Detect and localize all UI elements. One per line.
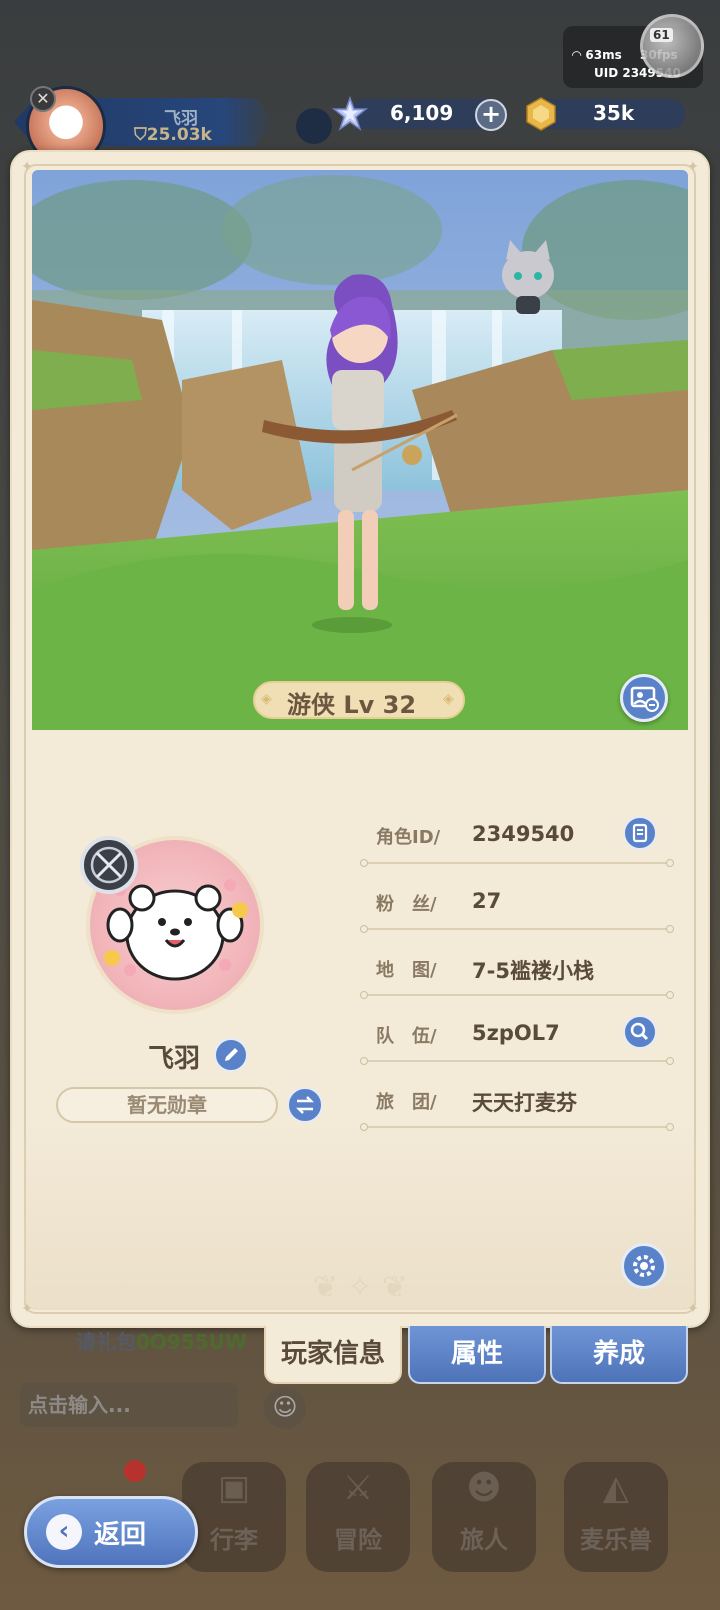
role-id-label: 角色ID/	[376, 827, 441, 848]
gift-prefix: 请礼包	[76, 1330, 136, 1354]
tab-player-info[interactable]: 玩家信息	[264, 1326, 402, 1384]
corner-ornament: ✦	[687, 159, 699, 175]
swap-medal-button[interactable]	[287, 1087, 323, 1123]
divider	[360, 991, 674, 999]
nav-pets-label: 麦乐兽	[580, 1526, 652, 1554]
tab-attributes[interactable]: 属性	[408, 1326, 546, 1384]
smiley-icon: ☺	[272, 1393, 298, 1421]
guild-value: 天天打麦芬	[472, 1091, 577, 1115]
player-name: 飞羽	[148, 1044, 201, 1074]
pencil-icon	[225, 1048, 238, 1061]
gift-code: 0O955UW	[136, 1330, 247, 1354]
crossed-swords-icon: ⚔	[342, 1468, 374, 1508]
corner-ornament: ✦	[687, 1301, 699, 1317]
search-team-button[interactable]	[623, 1015, 657, 1049]
diamond-ornament-icon: ◈	[261, 691, 272, 707]
guild-label: 旅 团/	[376, 1092, 437, 1113]
fans-value: 27	[472, 889, 502, 913]
top-power-value: ⛉25.03k	[134, 125, 212, 145]
medal-slot[interactable]: 暂无勋章	[56, 1087, 278, 1123]
nav-luggage-label: 行李	[210, 1526, 258, 1554]
change-background-button[interactable]	[620, 674, 668, 722]
role-id-value: 2349540	[472, 822, 575, 846]
class-emblem-icon: ✕	[30, 86, 56, 112]
diamond-ornament-icon: ◈	[443, 691, 454, 707]
bag-icon: ▣	[217, 1468, 251, 1508]
fox-ornament-icon: ❦ ✧ ❦	[312, 1270, 408, 1305]
gear-icon	[633, 1255, 655, 1277]
ping-readout: ◠ 63ms	[572, 48, 622, 62]
ping-value: 63ms	[585, 48, 622, 62]
corner-ornament: ✦	[21, 1301, 33, 1317]
character-scene[interactable]	[32, 170, 688, 730]
gold-coin-icon	[526, 97, 556, 131]
map-value: 7-5褴褛小栈	[472, 959, 594, 983]
tab-growth[interactable]: 养成	[550, 1326, 688, 1384]
divider	[360, 1123, 674, 1131]
emoji-button[interactable]: ☺	[264, 1387, 306, 1429]
pet-shortcut-icon[interactable]	[296, 108, 332, 144]
floating-assist-badge: 61	[650, 28, 673, 42]
profile-card-icon	[630, 686, 659, 712]
edit-name-button[interactable]	[214, 1038, 248, 1072]
nav-adventure-label: 冒险	[334, 1526, 382, 1554]
wifi-icon: ◠	[572, 48, 582, 62]
notification-dot	[124, 1460, 146, 1482]
divider	[360, 925, 674, 933]
fans-label: 粉 丝/	[376, 894, 437, 915]
add-currency-button[interactable]: +	[475, 99, 507, 131]
chat-input[interactable]: 点击输入...	[20, 1383, 238, 1427]
traveler-face-icon: ☻	[466, 1468, 502, 1508]
team-value: 5zpOL7	[472, 1021, 560, 1045]
shield-icon: ⛉	[134, 125, 147, 145]
settings-button[interactable]	[621, 1243, 667, 1289]
copy-icon	[632, 823, 648, 843]
star-currency-value: 6,109	[390, 101, 454, 125]
fox-pet-icon: ◭	[602, 1468, 630, 1508]
power-number: 25.03k	[146, 125, 212, 145]
divider	[360, 1057, 674, 1065]
gift-code-banner: 请礼包0O955UW	[76, 1326, 247, 1355]
divider	[360, 859, 674, 867]
class-level-label: 游侠 Lv 32	[287, 691, 417, 719]
nav-travelers-label: 旅人	[460, 1526, 508, 1554]
back-arrow-icon: ‹	[46, 1514, 82, 1550]
class-badge	[80, 836, 138, 894]
swap-arrows-icon	[295, 1096, 315, 1114]
search-icon	[630, 1022, 649, 1041]
crossed-arrows-icon	[90, 846, 128, 884]
back-button-label: 返回	[94, 1520, 147, 1550]
map-label: 地 图/	[376, 960, 437, 981]
floating-assist-button[interactable]	[640, 14, 704, 78]
coin-currency-value: 35k	[593, 101, 635, 125]
copy-id-button[interactable]	[623, 816, 657, 850]
star-crystal-icon	[332, 96, 368, 131]
team-label: 队 伍/	[376, 1026, 437, 1047]
